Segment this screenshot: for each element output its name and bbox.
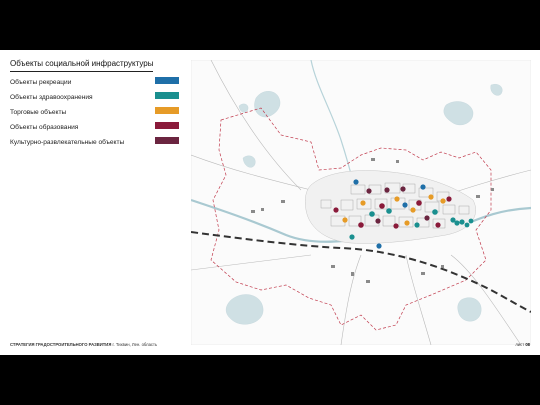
poi-point [333, 207, 339, 213]
legend-item-education: Объекты образования [10, 122, 180, 137]
poi-point [420, 184, 426, 190]
legend-swatch-education [155, 122, 179, 129]
poi-point [379, 203, 385, 209]
legend: Объекты рекреации Объекты здравоохранени… [10, 77, 180, 152]
slide: Объекты социальной инфраструктуры Объект… [0, 50, 540, 355]
poi-point [400, 186, 406, 192]
poi-point [432, 209, 438, 215]
legend-label: Объекты здравоохранения [10, 94, 93, 101]
poi-point [410, 207, 416, 213]
legend-swatch-healthcare [155, 92, 179, 99]
poi-point [360, 200, 366, 206]
footer-location: г. Тихвин, Лен. область [112, 342, 158, 347]
page-number-value: 08 [525, 342, 530, 347]
poi-point [414, 222, 420, 228]
poi-point [416, 200, 422, 206]
poi-point [369, 211, 375, 217]
legend-label: Торговые объекты [10, 109, 67, 116]
title-underline [10, 71, 153, 72]
city-map[interactable] [191, 60, 531, 345]
poi-point [446, 196, 452, 202]
legend-label: Культурно-развлекательные объекты [10, 139, 125, 146]
poi-point [459, 219, 465, 225]
legend-swatch-trade [155, 107, 179, 114]
poi-point [424, 215, 430, 221]
poi-point [393, 223, 399, 229]
legend-swatch-culture [155, 137, 179, 144]
legend-item-recreation: Объекты рекреации [10, 77, 180, 92]
legend-item-culture: Культурно-развлекательные объекты [10, 137, 180, 152]
page-number: лист 08 [515, 342, 530, 347]
poi-point [353, 179, 359, 185]
footer-strategy: СТРАТЕГИЯ ГРАДОСТРОИТЕЛЬНОГО РАЗВИТИЯ [10, 342, 112, 347]
lake-southeast [457, 297, 482, 322]
legend-label: Объекты образования [10, 124, 79, 131]
poi-point [440, 198, 446, 204]
poi-point [384, 187, 390, 193]
poi-point [349, 234, 355, 240]
poi-point [376, 243, 382, 249]
poi-point [464, 222, 470, 228]
page-label-text: лист [515, 342, 525, 347]
poi-point [454, 220, 460, 226]
poi-point [428, 194, 434, 200]
poi-point [366, 188, 372, 194]
poi-point [468, 218, 474, 224]
poi-point [375, 218, 381, 224]
poi-point [394, 196, 400, 202]
footer: СТРАТЕГИЯ ГРАДОСТРОИТЕЛЬНОГО РАЗВИТИЯ г.… [10, 342, 157, 347]
poi-point [358, 222, 364, 228]
poi-point [404, 220, 410, 226]
poi-point [342, 217, 348, 223]
poi-point [402, 202, 408, 208]
legend-swatch-recreation [155, 77, 179, 84]
legend-item-healthcare: Объекты здравоохранения [10, 92, 180, 107]
page-title: Объекты социальной инфраструктуры [10, 59, 154, 68]
poi-point [386, 208, 392, 214]
legend-label: Объекты рекреации [10, 79, 72, 86]
legend-item-trade: Торговые объекты [10, 107, 180, 122]
poi-point [435, 222, 441, 228]
